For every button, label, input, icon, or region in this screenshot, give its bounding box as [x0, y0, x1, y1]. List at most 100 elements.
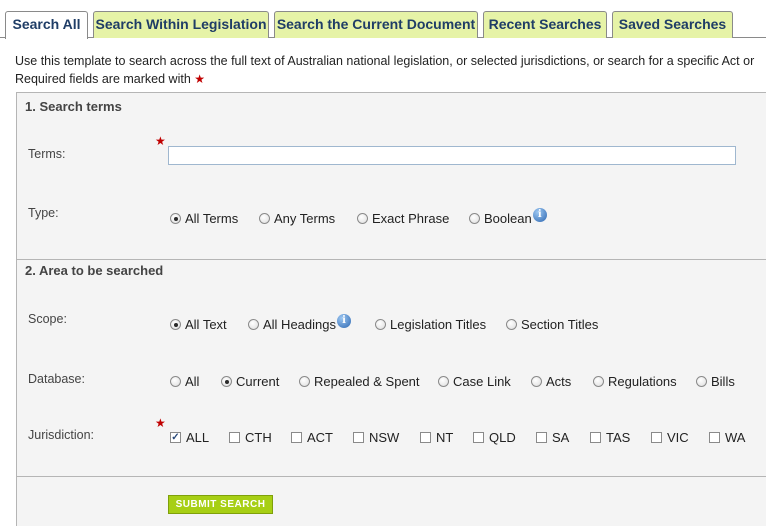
- option-label: WA: [725, 430, 746, 445]
- jurisdiction-option-cth[interactable]: CTH: [229, 430, 272, 445]
- section-title-search-terms: 1. Search terms: [25, 99, 122, 114]
- radio[interactable]: [357, 213, 368, 224]
- radio[interactable]: [299, 376, 310, 387]
- tab-bar: Search All Search Within Legislation Sea…: [0, 0, 766, 39]
- checkbox[interactable]: [651, 432, 662, 443]
- option-label: Repealed & Spent: [314, 374, 420, 389]
- required-note: Required fields are marked with ★: [15, 72, 205, 86]
- jurisdiction-option-qld[interactable]: QLD: [473, 430, 516, 445]
- radio[interactable]: [469, 213, 480, 224]
- option-label: Legislation Titles: [390, 317, 487, 332]
- checkbox[interactable]: [473, 432, 484, 443]
- radio-selected[interactable]: [170, 213, 181, 224]
- checkbox[interactable]: [291, 432, 302, 443]
- checkbox[interactable]: [353, 432, 364, 443]
- scope-option-section-titles[interactable]: Section Titles: [506, 317, 598, 332]
- option-label: ACT: [307, 430, 333, 445]
- database-label: Database:: [28, 372, 85, 386]
- option-label: All: [185, 374, 200, 389]
- checkbox[interactable]: [536, 432, 547, 443]
- info-icon[interactable]: i: [337, 313, 351, 328]
- option-label: Section Titles: [521, 317, 599, 332]
- scope-label: Scope:: [28, 312, 67, 326]
- jurisdiction-option-act[interactable]: ACT: [291, 430, 333, 445]
- radio[interactable]: [248, 319, 259, 330]
- scope-option-all-headings[interactable]: All Headings i: [248, 313, 351, 332]
- jurisdiction-option-nsw[interactable]: NSW: [353, 430, 399, 445]
- radio[interactable]: [593, 376, 604, 387]
- option-label: All Terms: [185, 211, 239, 226]
- option-label: ALL: [186, 430, 210, 445]
- tab-search-all[interactable]: Search All: [5, 11, 88, 39]
- option-label: Acts: [546, 374, 572, 389]
- option-label: TAS: [606, 430, 631, 445]
- jurisdiction-option-all[interactable]: ✓ ALL: [170, 430, 209, 445]
- jurisdiction-option-tas[interactable]: TAS: [590, 430, 630, 445]
- option-label: Bills: [711, 374, 735, 389]
- tab-recent-searches[interactable]: Recent Searches: [483, 11, 607, 38]
- radio[interactable]: [438, 376, 449, 387]
- section-title-area-searched: 2. Area to be searched: [25, 263, 164, 278]
- radio[interactable]: [506, 319, 517, 330]
- jurisdiction-option-vic[interactable]: VIC: [651, 430, 689, 445]
- option-label: All Headings: [263, 317, 336, 332]
- radio[interactable]: [375, 319, 386, 330]
- type-option-all-terms[interactable]: All Terms: [170, 211, 238, 226]
- option-label: Exact Phrase: [372, 211, 450, 226]
- jurisdiction-option-nt[interactable]: NT: [420, 430, 453, 445]
- option-label: Any Terms: [274, 211, 336, 226]
- database-option-regulations[interactable]: Regulations: [593, 374, 677, 389]
- option-label: SA: [552, 430, 570, 445]
- option-label: QLD: [489, 430, 516, 445]
- option-label: VIC: [667, 430, 689, 445]
- terms-input[interactable]: [168, 146, 736, 165]
- tab-search-within-legislation[interactable]: Search Within Legislation: [93, 11, 269, 38]
- database-option-current[interactable]: Current: [221, 374, 279, 389]
- section-divider: [16, 476, 766, 477]
- required-star-icon: ★: [155, 134, 166, 148]
- section-divider: [16, 259, 766, 260]
- jurisdiction-label: Jurisdiction:: [28, 428, 94, 442]
- intro-text: Use this template to search across the f…: [15, 54, 755, 68]
- database-option-acts[interactable]: Acts: [531, 374, 571, 389]
- submit-search-button[interactable]: SUBMIT SEARCH: [168, 495, 273, 514]
- radio-selected[interactable]: [170, 319, 181, 330]
- required-note-text: Required fields are marked with: [15, 72, 191, 86]
- radio[interactable]: [259, 213, 270, 224]
- info-icon[interactable]: i: [532, 207, 547, 222]
- jurisdiction-option-sa[interactable]: SA: [536, 430, 569, 445]
- database-option-repealed-spent[interactable]: Repealed & Spent: [299, 374, 420, 389]
- checkbox[interactable]: [420, 432, 431, 443]
- required-star-icon: ★: [155, 416, 166, 430]
- option-label: All Text: [185, 317, 227, 332]
- checkbox[interactable]: [590, 432, 601, 443]
- tab-search-current-document[interactable]: Search the Current Document: [274, 11, 478, 38]
- database-option-case-link[interactable]: Case Link: [438, 374, 511, 389]
- tab-saved-searches[interactable]: Saved Searches: [612, 11, 733, 38]
- scope-option-legislation-titles[interactable]: Legislation Titles: [375, 317, 486, 332]
- radio[interactable]: [170, 376, 181, 387]
- checkbox[interactable]: [709, 432, 720, 443]
- database-option-bills[interactable]: Bills: [696, 374, 735, 389]
- type-option-any-terms[interactable]: Any Terms: [259, 211, 335, 226]
- checkbox-checked[interactable]: ✓: [170, 432, 181, 443]
- radio-selected[interactable]: [221, 376, 232, 387]
- option-label: Current: [236, 374, 280, 389]
- terms-label: Terms:: [28, 147, 66, 161]
- option-label: NT: [436, 430, 454, 445]
- type-label: Type:: [28, 206, 59, 220]
- option-label: Case Link: [453, 374, 511, 389]
- checkbox[interactable]: [229, 432, 240, 443]
- radio[interactable]: [531, 376, 542, 387]
- radio[interactable]: [696, 376, 707, 387]
- option-label: CTH: [245, 430, 272, 445]
- type-option-boolean[interactable]: Boolean i: [469, 207, 547, 226]
- option-label: Regulations: [608, 374, 677, 389]
- option-label: NSW: [369, 430, 400, 445]
- jurisdiction-option-wa[interactable]: WA: [709, 430, 745, 445]
- type-option-exact-phrase[interactable]: Exact Phrase: [357, 211, 449, 226]
- database-option-all[interactable]: All: [170, 374, 199, 389]
- option-label: Boolean: [484, 211, 532, 226]
- scope-option-all-text[interactable]: All Text: [170, 317, 227, 332]
- required-star-icon: ★: [194, 72, 206, 86]
